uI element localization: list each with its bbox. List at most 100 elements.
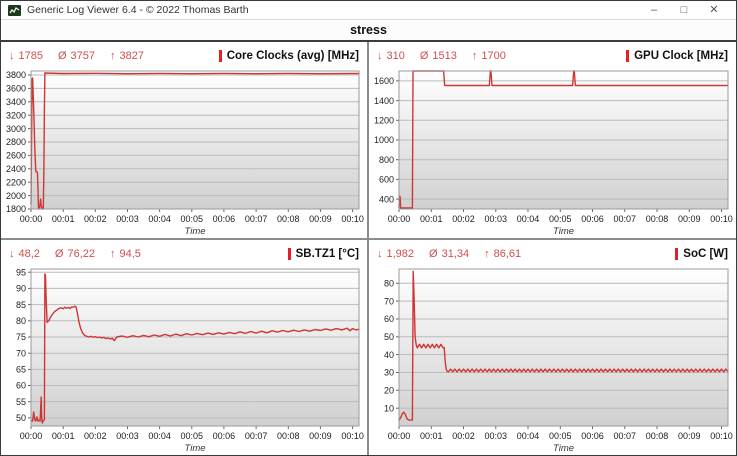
svg-text:2400: 2400 <box>6 164 26 174</box>
max-stat: ↑3827 <box>110 50 144 62</box>
app-window: Generic Log Viewer 6.4 - © 2022 Thomas B… <box>0 0 737 456</box>
svg-text:00:05: 00:05 <box>181 431 204 441</box>
svg-text:55: 55 <box>16 397 26 407</box>
svg-text:00:03: 00:03 <box>116 214 139 224</box>
svg-text:00:08: 00:08 <box>646 431 669 441</box>
min-arrow-icon: ↓ <box>377 50 383 62</box>
sb-tz1-chart-box: 5055606570758085909500:0000:0100:0200:03… <box>1 264 367 455</box>
max-value: 3827 <box>120 50 144 62</box>
svg-text:30: 30 <box>384 368 394 378</box>
svg-text:70: 70 <box>16 348 26 358</box>
svg-text:00:00: 00:00 <box>20 214 43 224</box>
svg-text:2000: 2000 <box>6 191 26 201</box>
avg-icon: Ø <box>420 50 429 62</box>
panel-gpu-clock: ↓310 Ø1513 ↑1700 GPU Clock [MHz] 4006008… <box>369 42 736 238</box>
svg-text:00:07: 00:07 <box>614 214 637 224</box>
svg-text:50: 50 <box>16 413 26 423</box>
svg-text:Time: Time <box>184 226 205 237</box>
max-value: 1700 <box>481 50 505 62</box>
close-icon[interactable]: ✕ <box>699 1 729 19</box>
svg-text:00:04: 00:04 <box>517 214 540 224</box>
titlebar: Generic Log Viewer 6.4 - © 2022 Thomas B… <box>1 1 736 20</box>
svg-text:00:03: 00:03 <box>485 431 508 441</box>
svg-text:00:06: 00:06 <box>581 214 604 224</box>
core-clocks-chart-box: 1800200022002400260028003000320034003600… <box>1 66 367 238</box>
log-title: stress <box>350 23 387 37</box>
svg-text:00:01: 00:01 <box>420 214 443 224</box>
svg-text:00:01: 00:01 <box>52 431 75 441</box>
stats: ↓310 Ø1513 ↑1700 <box>377 50 506 62</box>
avg-icon: Ø <box>55 248 64 260</box>
svg-text:2800: 2800 <box>6 137 26 147</box>
svg-text:85: 85 <box>16 300 26 310</box>
svg-text:65: 65 <box>16 365 26 375</box>
svg-text:00:10: 00:10 <box>341 431 364 441</box>
gpu-clock-chart-box: 400600800100012001400160000:0000:0100:02… <box>369 66 736 238</box>
stats-row: ↓1785 Ø3757 ↑3827 Core Clocks (avg) [MHz… <box>1 42 367 66</box>
svg-text:00:04: 00:04 <box>148 214 171 224</box>
svg-text:00:03: 00:03 <box>116 431 139 441</box>
svg-text:2200: 2200 <box>6 177 26 187</box>
legend-label: Core Clocks (avg) [MHz] <box>227 50 359 62</box>
min-value: 48,2 <box>19 248 40 260</box>
svg-text:00:05: 00:05 <box>549 431 572 441</box>
svg-text:50: 50 <box>384 332 394 342</box>
legend: SoC [W] <box>675 248 728 260</box>
svg-text:00:07: 00:07 <box>245 431 268 441</box>
max-value: 86,61 <box>494 248 522 260</box>
avg-value: 31,34 <box>442 248 470 260</box>
min-stat: ↓ 310 <box>377 50 405 62</box>
svg-text:00:01: 00:01 <box>420 431 443 441</box>
legend: GPU Clock [MHz] <box>626 50 728 62</box>
minimize-icon[interactable]: – <box>639 1 669 19</box>
svg-text:00:02: 00:02 <box>84 431 107 441</box>
min-arrow-icon: ↓ <box>9 248 15 260</box>
svg-text:80: 80 <box>384 279 394 289</box>
svg-text:00:04: 00:04 <box>148 431 171 441</box>
soc-chart: 102030405060708000:0000:0100:0200:0300:0… <box>369 264 736 455</box>
svg-text:00:07: 00:07 <box>245 214 268 224</box>
legend-color-bar <box>626 50 629 62</box>
svg-text:1800: 1800 <box>6 204 26 214</box>
maximize-icon[interactable]: □ <box>669 1 699 19</box>
svg-text:00:00: 00:00 <box>20 431 43 441</box>
svg-text:00:10: 00:10 <box>341 214 364 224</box>
svg-text:00:04: 00:04 <box>517 431 540 441</box>
app-icon <box>8 5 21 16</box>
max-stat: ↑94,5 <box>110 248 141 260</box>
max-arrow-icon: ↑ <box>110 248 116 260</box>
legend-label: SB.TZ1 [°C] <box>296 248 359 260</box>
avg-value: 3757 <box>71 50 95 62</box>
svg-text:00:02: 00:02 <box>452 214 475 224</box>
svg-text:00:09: 00:09 <box>309 214 332 224</box>
svg-text:00:02: 00:02 <box>452 431 475 441</box>
legend: SB.TZ1 [°C] <box>288 248 359 260</box>
svg-text:Time: Time <box>553 443 574 454</box>
svg-text:800: 800 <box>379 155 394 165</box>
svg-text:95: 95 <box>16 267 26 277</box>
svg-text:90: 90 <box>16 284 26 294</box>
legend-color-bar <box>219 50 222 62</box>
svg-text:00:02: 00:02 <box>84 214 107 224</box>
svg-text:1600: 1600 <box>374 76 394 86</box>
min-value: 310 <box>387 50 405 62</box>
svg-text:00:08: 00:08 <box>277 431 300 441</box>
svg-text:80: 80 <box>16 316 26 326</box>
svg-text:00:00: 00:00 <box>388 431 411 441</box>
stats: ↓1,982 Ø31,34 ↑86,61 <box>377 248 521 260</box>
min-arrow-icon: ↓ <box>9 50 15 62</box>
svg-text:Time: Time <box>553 226 574 237</box>
svg-text:00:10: 00:10 <box>710 214 733 224</box>
stats: ↓1785 Ø3757 ↑3827 <box>9 50 144 62</box>
max-stat: ↑1700 <box>472 50 506 62</box>
avg-stat: Ø3757 <box>58 50 95 62</box>
svg-text:600: 600 <box>379 175 394 185</box>
svg-text:00:08: 00:08 <box>277 214 300 224</box>
stats-row: ↓1,982 Ø31,34 ↑86,61 SoC [W] <box>369 240 736 264</box>
svg-text:1200: 1200 <box>374 116 394 126</box>
svg-text:2600: 2600 <box>6 151 26 161</box>
svg-text:00:06: 00:06 <box>213 214 236 224</box>
min-stat: ↓1,982 <box>377 248 414 260</box>
svg-text:3800: 3800 <box>6 70 26 80</box>
svg-text:00:06: 00:06 <box>581 431 604 441</box>
